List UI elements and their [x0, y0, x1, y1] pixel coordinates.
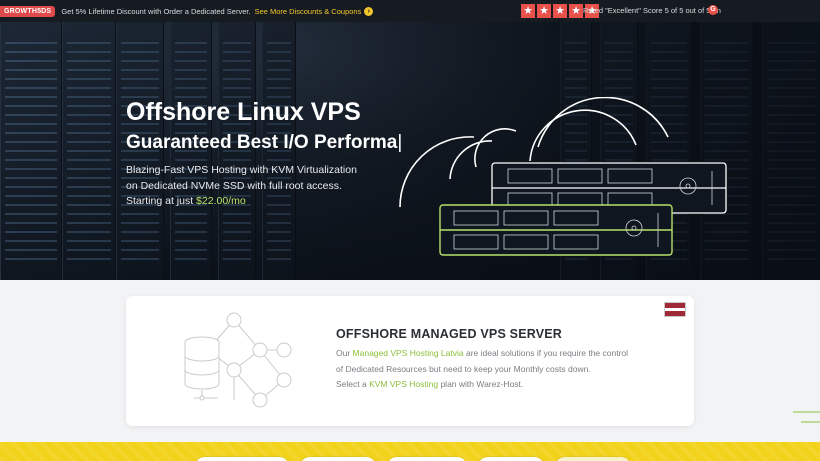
price-prefix: Starting at just: [126, 195, 194, 207]
discounts-link[interactable]: See More Discounts & Coupons ›: [254, 6, 374, 16]
card-description: Our Managed VPS Hosting Latvia are ideal…: [336, 346, 656, 393]
server-rack-illustration: [399, 97, 727, 256]
discounts-link-label: See More Discounts & Coupons: [254, 6, 362, 16]
card-text-segment: Select a: [336, 379, 367, 389]
star-icon: [553, 4, 567, 18]
plans-section-band: [0, 442, 820, 461]
plan-tab[interactable]: [387, 457, 467, 461]
promo-text: Get 5% Lifetime Discount with Order a De…: [61, 6, 251, 16]
hero-banner: Offshore Linux VPS Guaranteed Best I/O P…: [0, 22, 820, 280]
star-icon: [569, 4, 583, 18]
hero-subtitle-text: Guaranteed Best I/O Performa: [126, 132, 398, 153]
plan-tab[interactable]: [195, 457, 289, 461]
database-network-icon: [184, 312, 292, 408]
star-icon: [537, 4, 551, 18]
top-announcement-bar: GROWTH5DS Get 5% Lifetime Discount with …: [0, 0, 820, 22]
hero-desc-line: on Dedicated NVMe SSD with full root acc…: [126, 180, 342, 192]
g-review-icon[interactable]: G: [708, 5, 718, 15]
latvia-flag-icon: [664, 302, 686, 317]
hero-title: Offshore Linux VPS: [126, 98, 361, 126]
card-text-segment: plan with Warez-Host.: [440, 379, 524, 389]
card-text-segment: of Dedicated Resources but need to keep …: [336, 363, 591, 374]
rating-text: Rated "Excellent" Score 5 of 5 out of 5 …: [583, 6, 721, 15]
arrow-right-icon: ›: [364, 6, 374, 16]
promo-code-badge[interactable]: GROWTH5DS: [0, 5, 56, 17]
hero-desc-line: Blazing-Fast VPS Hosting with KVM Virtua…: [126, 164, 357, 176]
card-text-segment: Our: [336, 348, 351, 358]
kvm-vps-hosting-link[interactable]: KVM VPS Hosting: [369, 379, 438, 389]
decorative-lines: [793, 411, 820, 423]
hero-price: Starting at just $22.00/mo: [126, 195, 246, 207]
card-title: OFFSHORE MANAGED VPS SERVER: [336, 327, 563, 341]
plan-tab[interactable]: [478, 457, 544, 461]
plan-tab[interactable]: [555, 457, 631, 461]
star-icon: [521, 4, 535, 18]
card-text-segment: are ideal solutions if you require the c…: [465, 348, 629, 358]
price-value: $22.00/mo: [196, 195, 246, 207]
managed-vps-latvia-link[interactable]: Managed VPS Hosting Latvia: [353, 348, 464, 358]
hero-description: Blazing-Fast VPS Hosting with KVM Virtua…: [126, 162, 386, 194]
vps-info-card: OFFSHORE MANAGED VPS SERVER Our Managed …: [126, 296, 694, 426]
hero-subtitle: Guaranteed Best I/O Performa|: [126, 132, 402, 154]
plan-tab[interactable]: [300, 457, 376, 461]
